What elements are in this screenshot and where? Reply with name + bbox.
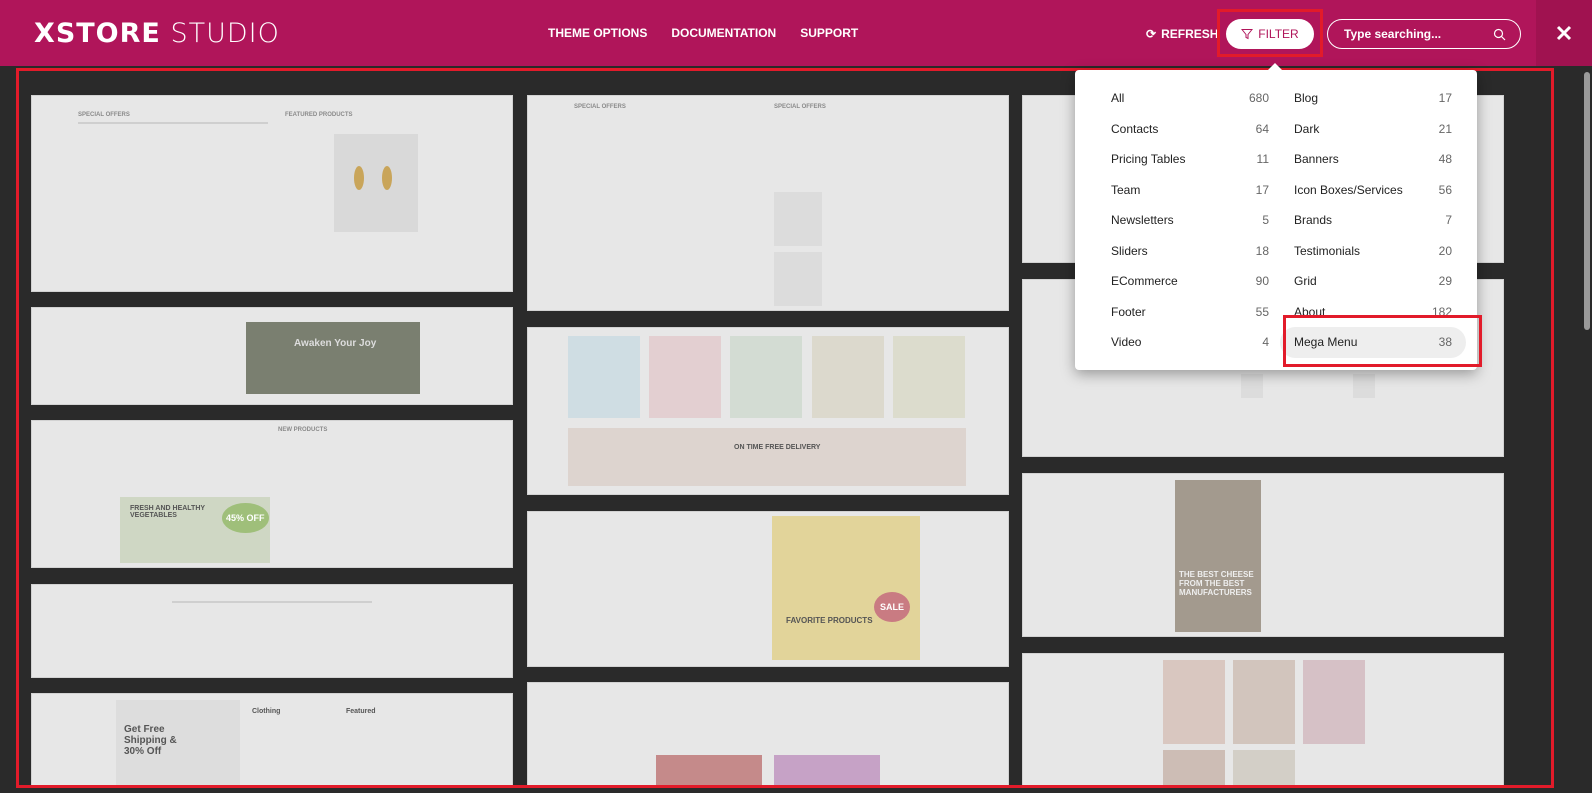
banner-title: FAVORITE PRODUCTS — [786, 616, 873, 625]
template-card[interactable]: ON TIME FREE DELIVERY — [527, 327, 1009, 495]
filter-column-left: All 680 Contacts 64 Pricing Tables 11 Team 1… — [1097, 83, 1283, 358]
template-card[interactable] — [1022, 653, 1504, 785]
template-card[interactable]: SPECIAL OFFERS FEATURED PRODUCTS — [31, 95, 513, 292]
nav-documentation[interactable]: DOCUMENTATION — [671, 26, 776, 40]
category-tile — [893, 336, 965, 418]
refresh-label: REFRESH — [1161, 27, 1219, 41]
earring-image — [382, 166, 392, 190]
nav-support[interactable]: SUPPORT — [800, 26, 858, 40]
category-tile — [649, 336, 721, 418]
search-box — [1327, 19, 1521, 49]
card-heading: SPECIAL OFFERS — [78, 112, 130, 118]
banner-image — [246, 322, 420, 394]
scrollbar[interactable] — [1582, 68, 1592, 793]
dropdown-arrow — [1268, 63, 1282, 70]
template-card[interactable] — [31, 584, 513, 678]
earring-image — [354, 166, 364, 190]
filter-item-sliders[interactable]: Sliders 18 — [1097, 236, 1283, 267]
filter-item-banners[interactable]: Banners 48 — [1280, 144, 1466, 175]
filter-item-all[interactable]: All 680 — [1097, 83, 1283, 114]
category-tile — [812, 336, 884, 418]
category-tile — [1233, 750, 1295, 785]
banner-title: FRESH AND HEALTHY VEGETABLES — [130, 505, 205, 519]
card-heading: Clothing — [252, 708, 281, 715]
filter-item-contacts[interactable]: Contacts 64 — [1097, 114, 1283, 145]
filter-item-grid[interactable]: Grid 29 — [1280, 266, 1466, 297]
category-tile — [568, 336, 640, 418]
category-tile — [730, 336, 802, 418]
banner-title: Awaken Your Joy — [294, 338, 377, 349]
card-heading: SPECIAL OFFERS — [574, 104, 626, 110]
template-card[interactable]: FAVORITE PRODUCTS SALE — [527, 511, 1009, 667]
card-heading: Featured — [346, 708, 376, 715]
product-image — [1241, 374, 1263, 398]
top-bar: XSTORE STUDIO THEME OPTIONS DOCUMENTATIO… — [0, 0, 1592, 66]
filter-item-footer[interactable]: Footer 55 — [1097, 297, 1283, 328]
filter-item-icon-boxes[interactable]: Icon Boxes/Services 56 — [1280, 175, 1466, 206]
card-heading: NEW PRODUCTS — [278, 427, 328, 433]
sale-badge: SALE — [874, 592, 911, 622]
filter-item-ecommerce[interactable]: ECommerce 90 — [1097, 266, 1283, 297]
banner-image — [1175, 480, 1261, 632]
banner-image — [772, 516, 920, 660]
template-card[interactable]: NEW PRODUCTS FRESH AND HEALTHY VEGETABLE… — [31, 420, 513, 568]
logo-bold: XSTORE — [34, 18, 161, 49]
banner-image — [774, 755, 880, 785]
search-icon[interactable] — [1493, 28, 1506, 41]
product-image — [774, 252, 822, 306]
product-image — [774, 192, 822, 246]
scrollbar-thumb[interactable] — [1584, 72, 1590, 330]
refresh-button[interactable]: ⟳ REFRESH — [1146, 27, 1218, 41]
banner-title: THE BEST CHEESE FROM THE BEST MANUFACTUR… — [1179, 570, 1254, 597]
template-card[interactable]: Awaken Your Joy — [31, 307, 513, 405]
filter-item-pricing-tables[interactable]: Pricing Tables 11 — [1097, 144, 1283, 175]
card-heading: SPECIAL OFFERS — [774, 104, 826, 110]
template-card[interactable]: Get Free Shipping & 30% Off Clothing Fea… — [31, 693, 513, 785]
close-icon — [1556, 25, 1572, 41]
category-tile — [1163, 750, 1225, 785]
filter-item-video[interactable]: Video 4 — [1097, 327, 1283, 358]
filter-item-brands[interactable]: Brands 7 — [1280, 205, 1466, 236]
banner-image — [656, 755, 762, 785]
product-image — [1353, 374, 1375, 398]
filter-item-blog[interactable]: Blog 17 — [1280, 83, 1466, 114]
template-card[interactable] — [527, 682, 1009, 785]
main-nav: THEME OPTIONS DOCUMENTATION SUPPORT — [548, 26, 858, 40]
filter-highlight — [1217, 9, 1323, 57]
close-button[interactable] — [1536, 0, 1592, 66]
refresh-icon: ⟳ — [1146, 27, 1157, 41]
template-card[interactable]: SPECIAL OFFERS SPECIAL OFFERS — [527, 95, 1009, 311]
nav-theme-options[interactable]: THEME OPTIONS — [548, 26, 647, 40]
banner-title: Get Free Shipping & 30% Off — [124, 724, 177, 757]
logo: XSTORE STUDIO — [34, 18, 280, 49]
logo-light: STUDIO — [170, 18, 280, 49]
product-image — [334, 134, 418, 232]
search-input[interactable] — [1342, 26, 1486, 42]
mega-menu-highlight — [1283, 315, 1482, 367]
banner-title: ON TIME FREE DELIVERY — [734, 444, 821, 451]
filter-item-dark[interactable]: Dark 21 — [1280, 114, 1466, 145]
card-heading: FEATURED PRODUCTS — [285, 112, 353, 118]
banner-image — [568, 428, 966, 486]
filter-item-testimonials[interactable]: Testimonials 20 — [1280, 236, 1466, 267]
template-card[interactable]: THE BEST CHEESE FROM THE BEST MANUFACTUR… — [1022, 473, 1504, 637]
filter-item-newsletters[interactable]: Newsletters 5 — [1097, 205, 1283, 236]
category-tile — [1233, 660, 1295, 744]
category-tile — [1163, 660, 1225, 744]
filter-item-team[interactable]: Team 17 — [1097, 175, 1283, 206]
discount-badge: 45% OFF — [222, 503, 269, 533]
category-tile — [1303, 660, 1365, 744]
